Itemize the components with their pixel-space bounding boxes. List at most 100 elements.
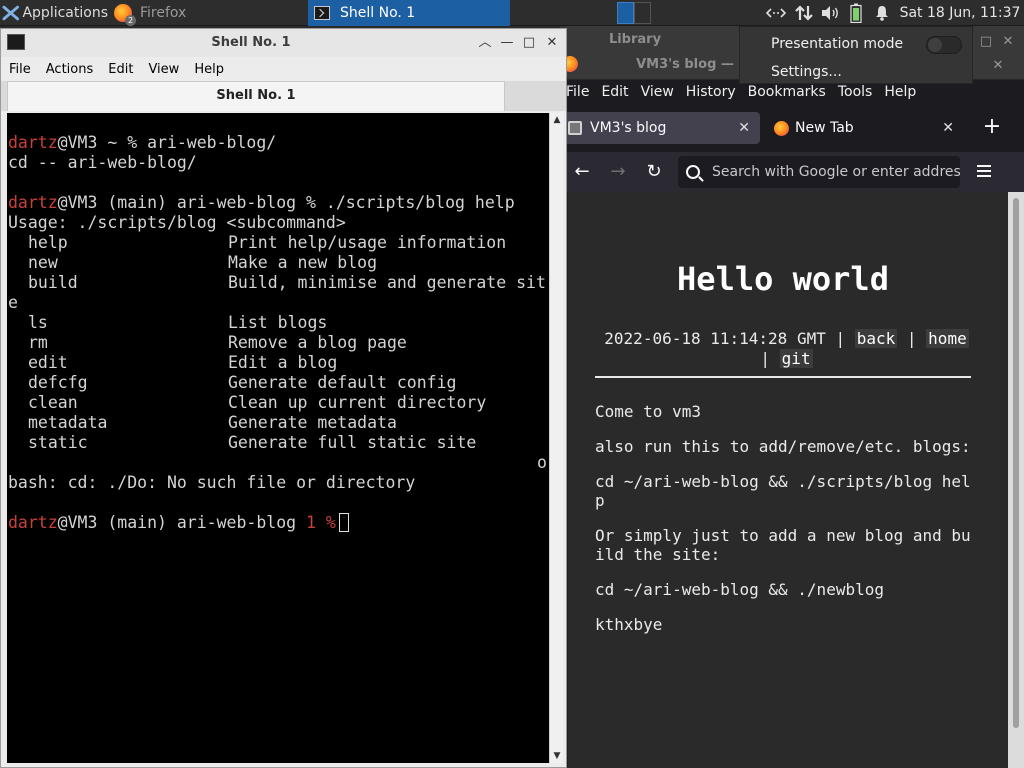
- battery-icon[interactable]: [846, 0, 866, 26]
- menu-bookmarks[interactable]: Bookmarks: [748, 84, 826, 100]
- terminal-line: dartz@VM3 ~ % ari-web-blog/: [8, 133, 277, 152]
- menu-view[interactable]: View: [148, 62, 179, 77]
- terminal-line: o: [7, 453, 549, 473]
- firefox-tabbar: VM3's blog ✕ New Tab ✕ +: [560, 104, 1024, 152]
- workspace-switcher[interactable]: [617, 2, 651, 24]
- help-row-wrap: e: [8, 293, 18, 312]
- url-bar[interactable]: Search with Google or enter address: [678, 156, 960, 188]
- applications-menu-button[interactable]: Applications: [0, 0, 108, 26]
- tab-shell-1[interactable]: Shell No. 1: [7, 81, 505, 111]
- notification-bell-icon[interactable]: [872, 0, 892, 26]
- error-line: bash: cd: ./Do: No such file or director…: [8, 473, 416, 492]
- back-link[interactable]: back: [854, 329, 898, 348]
- close-icon[interactable]: ✕: [543, 34, 561, 52]
- firefox-window-title: VM3's blog —: [636, 57, 734, 72]
- terminal-line: Usage: ./scripts/blog <subcommand>: [8, 213, 346, 232]
- divider: [595, 376, 971, 378]
- taskbar-shell-label: Shell No. 1: [340, 5, 416, 21]
- menu-help[interactable]: Help: [194, 62, 224, 77]
- help-row: new Make a new blog: [28, 253, 378, 272]
- tab-vm3-blog[interactable]: VM3's blog ✕: [562, 112, 760, 144]
- top-panel: Applications 2 Firefox Shell No. 1 Sat 1…: [0, 0, 1024, 26]
- tab-close-icon[interactable]: ✕: [738, 120, 750, 136]
- help-row: defcfg Generate default config: [28, 373, 457, 392]
- help-row: metadata Generate metadata: [28, 413, 397, 432]
- help-row: static Generate full static site: [28, 433, 477, 452]
- code-paragraph: cd ~/ari-web-blog && ./scripts/blog help: [595, 472, 971, 510]
- maximize-icon[interactable]: □: [978, 34, 994, 49]
- help-row: ls List blogs: [28, 313, 328, 332]
- help-row: build Build, minimise and generate sit: [28, 273, 546, 292]
- terminal-window-title: Shell No. 1: [211, 35, 291, 50]
- menu-history[interactable]: History: [686, 84, 736, 100]
- close-icon[interactable]: ✕: [1000, 34, 1016, 49]
- workspace-1[interactable]: [617, 2, 634, 24]
- menu-view[interactable]: View: [641, 84, 674, 100]
- page-favicon-icon: [568, 121, 582, 135]
- terminal-scrollbar[interactable]: ▲ ▼: [549, 113, 563, 763]
- menu-edit[interactable]: Edit: [108, 62, 133, 77]
- back-arrow-icon[interactable]: ←: [568, 158, 596, 186]
- presentation-mode-item[interactable]: Presentation mode: [771, 36, 903, 52]
- menu-help[interactable]: Help: [884, 84, 916, 100]
- terminal-titlebar: Shell No. 1 ︿ — □ ✕: [1, 29, 566, 57]
- toggle-knob: [928, 38, 942, 52]
- help-row: help Print help/usage information: [28, 233, 507, 252]
- maximize-icon[interactable]: □: [520, 34, 538, 52]
- terminal-line: dartz@VM3 (main) ari-web-blog % ./script…: [8, 193, 515, 212]
- terminal-line: cd -- ari-web-blog/: [8, 153, 197, 172]
- menu-actions[interactable]: Actions: [46, 62, 94, 77]
- tab-close-icon[interactable]: ✕: [942, 120, 954, 136]
- minimize-icon[interactable]: —: [498, 34, 516, 52]
- paragraph: also run this to add/remove/etc. blogs:: [595, 437, 971, 456]
- tab-label: New Tab: [795, 120, 854, 136]
- reload-icon[interactable]: ↻: [640, 158, 668, 186]
- home-link[interactable]: home: [926, 329, 969, 348]
- git-link[interactable]: git: [779, 349, 813, 368]
- scroll-up-arrow-icon[interactable]: ▲: [550, 115, 564, 125]
- volume-icon[interactable]: [818, 0, 842, 26]
- network-icon[interactable]: [763, 0, 789, 26]
- text-cursor: [338, 513, 349, 532]
- paragraph: Or simply just to add a new blog and bui…: [595, 526, 971, 564]
- page-title: Hello world: [677, 260, 889, 298]
- hamburger-menu-icon[interactable]: [974, 162, 994, 182]
- tab-new-tab[interactable]: New Tab ✕: [766, 112, 964, 144]
- code-paragraph: cd ~/ari-web-blog && ./newblog: [595, 580, 884, 599]
- terminal-output[interactable]: dartz@VM3 ~ % ari-web-blog/ cd -- ari-we…: [7, 113, 549, 763]
- clock[interactable]: Sat 18 Jun, 11:37: [896, 0, 1024, 26]
- firefox-icon: 2: [114, 4, 136, 26]
- tab-label: VM3's blog: [590, 120, 667, 136]
- terminal-window: Shell No. 1 ︿ — □ ✕ File Actions Edit Vi…: [0, 28, 567, 768]
- forward-arrow-icon[interactable]: →: [604, 158, 632, 186]
- close-icon[interactable]: ✕: [990, 58, 1006, 73]
- power-manager-menu: Presentation mode Settings...: [739, 26, 973, 84]
- presentation-mode-toggle[interactable]: [926, 36, 962, 54]
- help-row: edit Edit a blog: [28, 353, 338, 372]
- taskbar-firefox[interactable]: 2 Firefox: [110, 0, 306, 26]
- post-date: 2022-06-18 11:14:28 GMT |: [604, 329, 855, 348]
- firefox-window: Library □ ✕ VM3's blog — ✕ File Edit Vie…: [560, 26, 1024, 768]
- page-content: Hello world 2022-06-18 11:14:28 GMT | ba…: [568, 192, 1008, 768]
- paragraph: kthxbye: [595, 615, 663, 634]
- taskbar-shell[interactable]: Shell No. 1: [308, 0, 510, 26]
- menu-file[interactable]: File: [9, 62, 31, 77]
- menu-file[interactable]: File: [566, 84, 589, 100]
- help-row: clean Clean up current directory: [28, 393, 487, 412]
- page-scrollbar[interactable]: [1008, 192, 1024, 768]
- transfer-icon[interactable]: [792, 0, 816, 26]
- new-tab-plus-icon[interactable]: +: [976, 112, 1008, 144]
- scroll-down-arrow-icon[interactable]: ▼: [550, 751, 564, 761]
- library-window-title: Library: [608, 32, 662, 47]
- settings-item[interactable]: Settings...: [771, 64, 842, 80]
- chevron-up-icon[interactable]: ︿: [476, 34, 494, 52]
- workspace-2[interactable]: [634, 2, 651, 24]
- search-icon: [686, 165, 700, 179]
- scrollbar-thumb[interactable]: [1013, 198, 1019, 728]
- menu-tools[interactable]: Tools: [838, 84, 873, 100]
- taskbar-firefox-label: Firefox: [140, 5, 187, 21]
- applications-label: Applications: [22, 5, 108, 21]
- menu-edit[interactable]: Edit: [601, 84, 628, 100]
- xfce-logo-icon: [2, 5, 19, 21]
